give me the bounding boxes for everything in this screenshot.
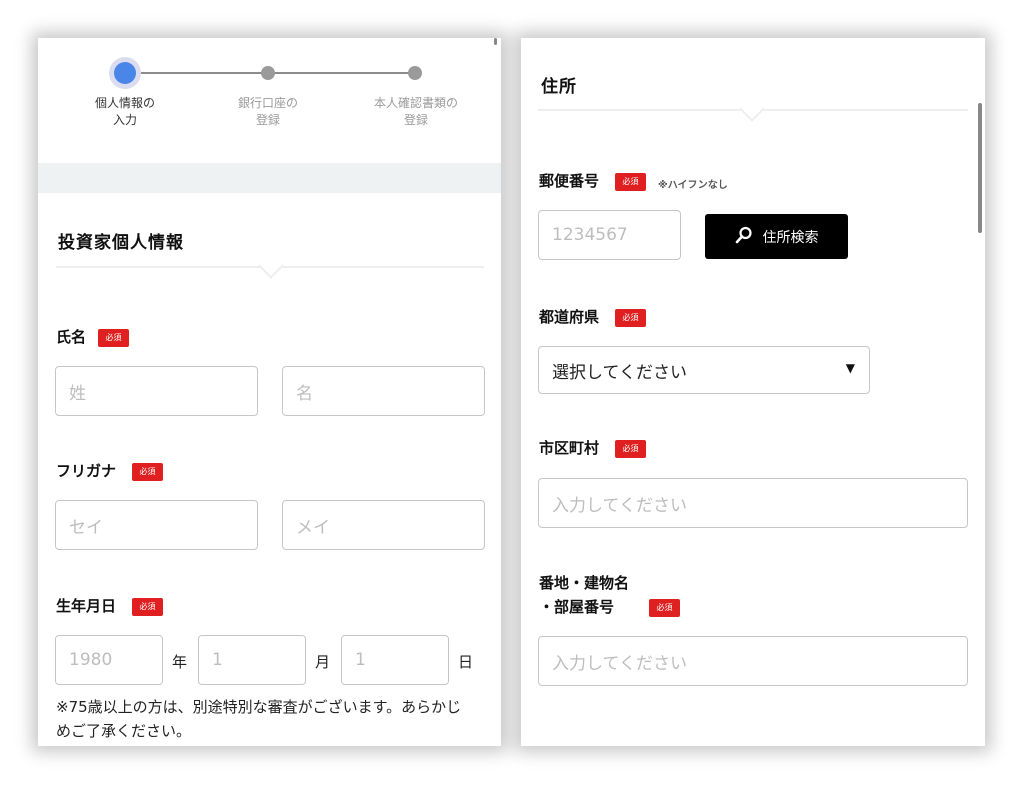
- divider-notch: [739, 96, 765, 122]
- year-unit: 年: [172, 653, 188, 671]
- name-label: 氏名: [56, 328, 87, 346]
- required-badge: 必須: [132, 463, 163, 481]
- address-search-label: 住所検索: [762, 229, 819, 246]
- city-label: 市区町村: [539, 439, 600, 457]
- section-title-investor: 投資家個人情報: [58, 233, 184, 253]
- section-title-address: 住所: [541, 77, 577, 97]
- address-search-button[interactable]: 住所検索: [705, 214, 848, 259]
- step-1-label: 個人情報の 入力: [94, 96, 155, 127]
- birth-year-input[interactable]: 1980: [55, 635, 163, 685]
- postal-code-input[interactable]: 1234567: [538, 210, 681, 260]
- step-3-label: 本人確認書類の 登録: [373, 96, 458, 127]
- address-label-line1: 番地・建物名: [539, 574, 630, 592]
- city-input[interactable]: 入力してください: [538, 478, 968, 528]
- first-name-input[interactable]: 名: [282, 366, 485, 416]
- step-2-label: 銀行口座の 登録: [237, 96, 298, 127]
- scrollbar[interactable]: [494, 38, 497, 45]
- street-address-input[interactable]: 入力してください: [538, 636, 968, 686]
- scrollbar[interactable]: [978, 103, 982, 233]
- birth-day-input[interactable]: 1: [341, 635, 449, 685]
- required-badge: 必須: [132, 598, 163, 616]
- step-3-dot: [408, 66, 422, 80]
- address-panel: 住所 郵便番号 必須 ※ハイフンなし 1234567 住所検索 都道府県 必須 …: [521, 38, 985, 746]
- prefecture-select[interactable]: 選択してください ▼: [538, 346, 870, 394]
- prefecture-label: 都道府県: [539, 308, 600, 326]
- investor-info-panel: 個人情報の 入力 銀行口座の 登録 本人確認書類の 登録 投資家個人情報 氏名 …: [38, 38, 501, 746]
- required-badge: 必須: [649, 599, 680, 617]
- required-badge: 必須: [615, 309, 646, 327]
- day-unit: 日: [458, 653, 474, 671]
- caret-down-icon: ▼: [845, 361, 855, 375]
- divider-notch: [258, 253, 284, 279]
- step-2-dot: [261, 66, 275, 80]
- birth-month-input[interactable]: 1: [198, 635, 306, 685]
- required-badge: 必須: [615, 173, 646, 191]
- last-name-kana-input[interactable]: セイ: [55, 500, 258, 550]
- search-icon: [735, 226, 753, 248]
- month-unit: 月: [315, 653, 331, 671]
- postal-hint: ※ハイフンなし: [658, 180, 728, 191]
- postal-code-label: 郵便番号: [539, 172, 600, 190]
- age-note: ※75歳以上の方は、別途特別な審査がございます。あらかじめご了承ください。: [56, 698, 462, 740]
- last-name-input[interactable]: 姓: [55, 366, 258, 416]
- address-label-line2: ・部屋番号: [539, 598, 615, 616]
- step-1-dot: [114, 62, 136, 84]
- section-separator-band: [38, 163, 501, 193]
- required-badge: 必須: [615, 440, 646, 458]
- kana-label: フリガナ: [56, 462, 117, 480]
- birthdate-label: 生年月日: [56, 597, 117, 615]
- required-badge: 必須: [98, 329, 129, 347]
- first-name-kana-input[interactable]: メイ: [282, 500, 485, 550]
